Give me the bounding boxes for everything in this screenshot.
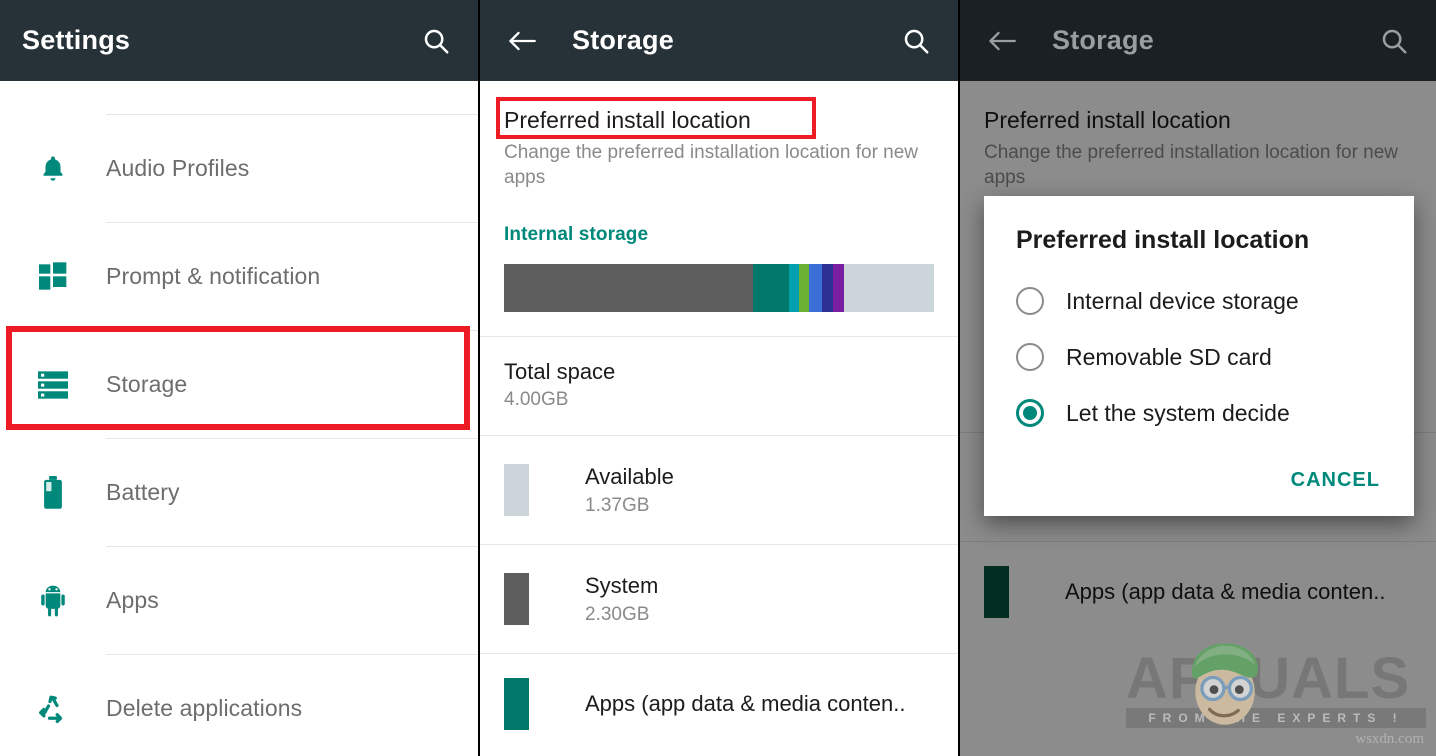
android-icon (0, 584, 106, 618)
sidebar-item-battery[interactable]: Battery (0, 439, 478, 546)
bar-segment-blue (809, 264, 822, 312)
sidebar-item-label: Storage (106, 371, 187, 398)
search-icon[interactable] (1374, 21, 1414, 61)
storage-content: Preferred install location Change the pr… (480, 81, 958, 750)
storage-item-text: Apps (app data & media conten.. (585, 691, 905, 717)
bar-segment-cyan (789, 264, 798, 312)
dialog-option-removable-sd-card[interactable]: Removable SD card (984, 329, 1414, 385)
settings-appbar: Settings (0, 0, 478, 81)
sidebar-item-label: Prompt & notification (106, 263, 320, 290)
storage-item-available[interactable]: Available 1.37GB (480, 436, 958, 544)
sidebar-item-apps[interactable]: Apps (0, 547, 478, 654)
settings-list: Audio Profiles Prompt & notification (0, 114, 478, 756)
sidebar-item-audio-profiles[interactable]: Audio Profiles (0, 115, 478, 222)
dialog-option-label: Internal device storage (1066, 288, 1299, 315)
dialog-option-label: Removable SD card (1066, 344, 1272, 371)
bar-segment-purple (833, 264, 843, 312)
preferred-install-location-dialog: Preferred install location Internal devi… (984, 196, 1414, 516)
color-swatch-system (504, 573, 529, 625)
storage-appbar-dimmed: Storage (960, 0, 1436, 81)
grid-icon (0, 261, 106, 293)
sidebar-item-delete-applications[interactable]: Delete applications (0, 655, 478, 756)
dialog-option-label: Let the system decide (1066, 400, 1290, 427)
battery-icon (0, 476, 106, 510)
three-panel-screenshot: Settings Audio Profiles (0, 0, 1436, 756)
pref-highlight-box (496, 97, 816, 139)
sidebar-item-prompt-notification[interactable]: Prompt & notification (0, 223, 478, 330)
recycle-icon (0, 694, 106, 724)
sidebar-item-label: Delete applications (106, 695, 302, 722)
dialog-title: Preferred install location (984, 220, 1414, 273)
search-icon[interactable] (416, 21, 456, 61)
radio-button[interactable] (1016, 343, 1044, 371)
radio-button-selected[interactable] (1016, 399, 1044, 427)
page-title: Storage (572, 25, 674, 56)
sidebar-item-label: Battery (106, 479, 180, 506)
storage-item-name: System (585, 573, 658, 599)
dialog-option-internal-device-storage[interactable]: Internal device storage (984, 273, 1414, 329)
dialog-option-let-the-system-decide[interactable]: Let the system decide (984, 385, 1414, 441)
section-label-internal-storage: Internal storage (480, 200, 958, 246)
bar-segment-available (844, 264, 934, 312)
storage-usage-bar-wrap (480, 246, 958, 336)
storage-icon (0, 370, 106, 400)
storage-item-apps[interactable]: Apps (app data & media conten.. (480, 654, 958, 750)
bell-icon (0, 153, 106, 185)
storage-appbar: Storage (480, 0, 958, 81)
preferred-install-location-setting[interactable]: Preferred install location Change the pr… (480, 81, 958, 200)
sidebar-item-label: Audio Profiles (106, 155, 249, 182)
color-swatch-apps (504, 678, 529, 730)
storage-item-value: 1.37GB (585, 495, 674, 517)
storage-item-text: System 2.30GB (585, 573, 658, 626)
total-space-row: Total space 4.00GB (480, 337, 958, 435)
pref-title-wrap: Preferred install location (504, 107, 751, 134)
radio-button[interactable] (1016, 287, 1044, 315)
bar-segment-green (799, 264, 809, 312)
search-icon[interactable] (896, 21, 936, 61)
settings-panel: Settings Audio Profiles (0, 0, 478, 756)
storage-item-name: Available (585, 464, 674, 490)
sidebar-item-storage[interactable]: Storage (0, 331, 478, 438)
storage-item-text: Available 1.37GB (585, 464, 674, 517)
storage-panel: Storage Preferred install location Chang… (480, 0, 958, 756)
back-arrow-icon[interactable] (502, 21, 542, 61)
page-title: Storage (1052, 25, 1154, 56)
page-title: Settings (22, 25, 130, 56)
dialog-panel: Storage Preferred install location Chang… (960, 0, 1436, 756)
bar-segment-system (504, 264, 753, 312)
storage-item-name: Apps (app data & media conten.. (585, 691, 905, 717)
cancel-button[interactable]: CANCEL (1291, 469, 1380, 492)
dialog-actions: CANCEL (984, 441, 1414, 506)
total-space-label: Total space (504, 359, 934, 385)
sidebar-item-label: Apps (106, 587, 159, 614)
storage-item-value: 2.30GB (585, 604, 658, 626)
storage-item-system[interactable]: System 2.30GB (480, 545, 958, 653)
bar-segment-darkblue (822, 264, 833, 312)
bar-segment-apps (753, 264, 790, 312)
storage-usage-bar (504, 264, 934, 312)
total-space-value: 4.00GB (504, 389, 934, 411)
pref-subtitle: Change the preferred installation locati… (504, 140, 924, 190)
color-swatch-available (504, 464, 529, 516)
back-arrow-icon[interactable] (982, 21, 1022, 61)
